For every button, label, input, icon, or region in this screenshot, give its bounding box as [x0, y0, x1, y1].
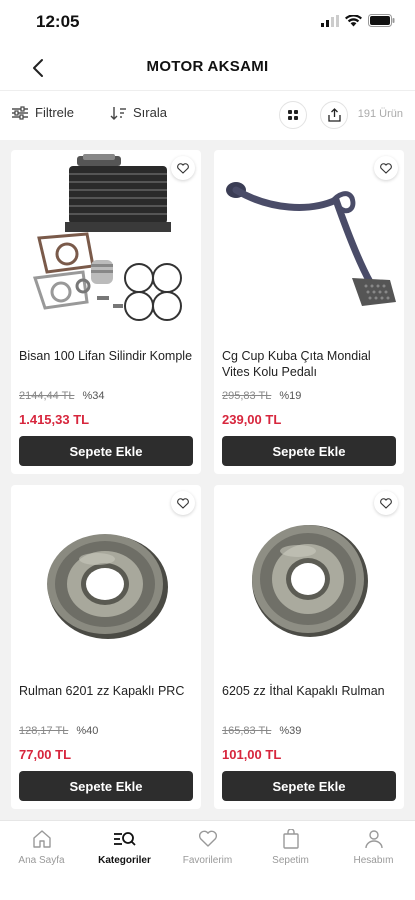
nav-label: Favorilerim — [182, 855, 233, 866]
heart-icon — [177, 162, 189, 174]
product-count: 191 Ürün — [357, 108, 403, 120]
status-time: 12:05 — [36, 12, 80, 31]
page-title: MOTOR AKSAMI — [146, 58, 269, 75]
favorite-button[interactable] — [374, 491, 398, 515]
status-icons — [321, 14, 395, 27]
user-icon — [364, 830, 383, 849]
heart-icon — [198, 830, 217, 847]
bearing-image — [47, 534, 168, 639]
current-price: 77,00 TL — [19, 747, 72, 762]
product-name[interactable]: Bisan 100 Lifan Silindir Komple — [19, 348, 195, 382]
product-card[interactable]: Rulman 6201 zz Kapaklı PRC 128,17 TL %40… — [11, 485, 201, 809]
add-to-cart-button[interactable]: Sepete Ekle — [19, 436, 193, 466]
signal-icon — [321, 14, 339, 27]
nav-home[interactable]: Ana Sayfa — [0, 829, 83, 866]
product-image[interactable] — [220, 489, 398, 675]
discount-badge: %40 — [76, 725, 99, 737]
bearing-image — [252, 525, 368, 637]
discount-badge: %19 — [279, 390, 302, 402]
old-price: 128,17 TL — [19, 725, 69, 737]
current-price: 1.415,33 TL — [19, 412, 90, 427]
favorite-button[interactable] — [374, 156, 398, 180]
product-image[interactable] — [17, 154, 195, 340]
product-image[interactable] — [17, 489, 195, 675]
sort-label: Sırala — [133, 105, 167, 120]
current-price: 101,00 TL — [222, 747, 282, 762]
bottom-nav: Ana Sayfa Kategoriler Favorilerim Sepeti… — [0, 820, 415, 900]
share-icon — [327, 108, 341, 122]
add-to-cart-button[interactable]: Sepete Ekle — [19, 771, 193, 801]
filter-button[interactable]: Filtrele — [12, 105, 74, 120]
grid-view-button[interactable] — [279, 101, 307, 129]
wifi-icon — [345, 14, 362, 26]
sort-button[interactable]: Sırala — [110, 105, 167, 120]
home-icon — [32, 830, 51, 848]
product-grid: Bisan 100 Lifan Silindir Komple 2144,44 … — [0, 140, 415, 820]
price-row: 165,83 TL %39 — [222, 725, 301, 737]
status-bar: 12:05 — [0, 0, 415, 44]
product-name[interactable]: 6205 zz İthal Kapaklı Rulman — [222, 683, 398, 717]
old-price: 2144,44 TL — [19, 390, 75, 402]
discount-badge: %39 — [279, 725, 302, 737]
cylinder-kit-image — [32, 154, 182, 321]
discount-badge: %34 — [82, 390, 105, 402]
nav-categories[interactable]: Kategoriler — [83, 829, 166, 866]
product-card[interactable]: Cg Cup Kuba Çıta Mondial Vites Kolu Peda… — [214, 150, 404, 474]
nav-label: Sepetim — [272, 855, 309, 866]
product-image[interactable] — [220, 154, 398, 340]
product-card[interactable]: 6205 zz İthal Kapaklı Rulman 165,83 TL %… — [214, 485, 404, 809]
heart-icon — [380, 497, 392, 509]
nav-cart[interactable]: Sepetim — [249, 829, 332, 866]
gear-pedal-image — [226, 182, 396, 306]
bag-icon — [282, 829, 299, 849]
product-name[interactable]: Rulman 6201 zz Kapaklı PRC — [19, 683, 195, 717]
price-row: 2144,44 TL %34 — [19, 390, 105, 402]
categories-search-icon — [113, 832, 136, 846]
filter-sliders-icon — [12, 105, 28, 120]
share-button[interactable] — [320, 101, 348, 129]
list-toolbar: Filtrele Sırala 191 Ürün — [0, 90, 415, 140]
add-to-cart-button[interactable]: Sepete Ekle — [222, 771, 396, 801]
nav-favorites[interactable]: Favorilerim — [166, 829, 249, 866]
nav-label: Ana Sayfa — [18, 855, 65, 866]
battery-icon — [368, 14, 395, 27]
nav-label: Hesabım — [353, 855, 394, 866]
page-header: MOTOR AKSAMI — [0, 44, 415, 90]
favorite-button[interactable] — [171, 156, 195, 180]
heart-icon — [177, 497, 189, 509]
favorite-button[interactable] — [171, 491, 195, 515]
price-row: 295,83 TL %19 — [222, 390, 301, 402]
old-price: 165,83 TL — [222, 725, 272, 737]
nav-label: Kategoriler — [98, 855, 151, 866]
nav-account[interactable]: Hesabım — [332, 829, 415, 866]
grid-icon — [288, 110, 298, 120]
sort-icon — [110, 106, 126, 120]
heart-icon — [380, 162, 392, 174]
current-price: 239,00 TL — [222, 412, 282, 427]
product-name[interactable]: Cg Cup Kuba Çıta Mondial Vites Kolu Peda… — [222, 348, 398, 382]
old-price: 295,83 TL — [222, 390, 272, 402]
filter-label: Filtrele — [35, 105, 75, 120]
product-card[interactable]: Bisan 100 Lifan Silindir Komple 2144,44 … — [11, 150, 201, 474]
price-row: 128,17 TL %40 — [19, 725, 98, 737]
add-to-cart-button[interactable]: Sepete Ekle — [222, 436, 396, 466]
